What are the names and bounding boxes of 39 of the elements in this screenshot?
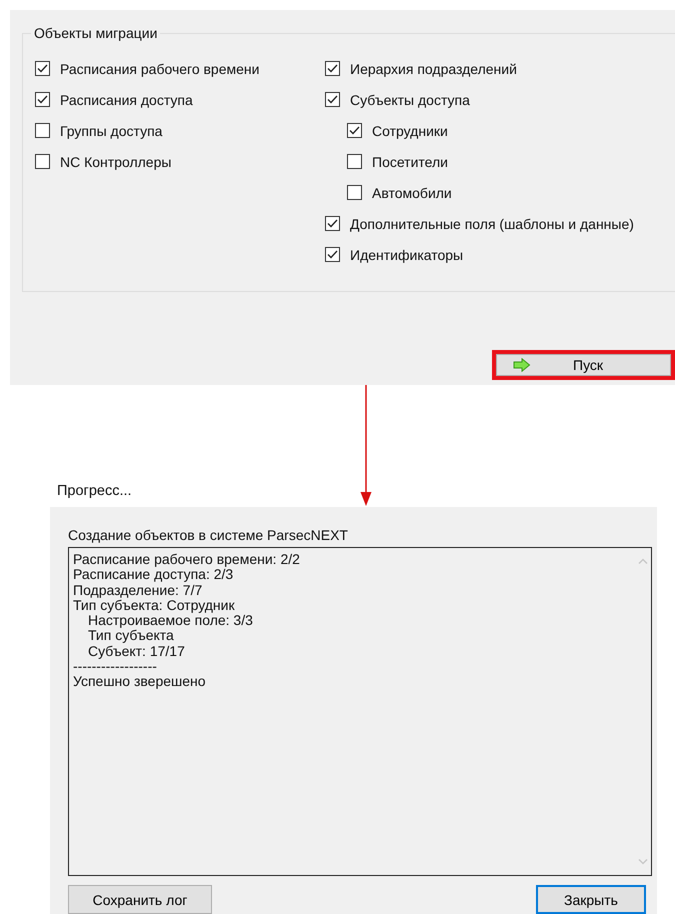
checkbox[interactable] bbox=[347, 185, 362, 200]
checkbox[interactable] bbox=[325, 92, 340, 107]
checkbox-label: NC Контроллеры bbox=[60, 154, 172, 170]
checkbox[interactable] bbox=[35, 154, 50, 169]
scroll-up-icon bbox=[638, 558, 648, 564]
log-line: Успешно зверешено bbox=[73, 674, 207, 690]
log-line: Расписание рабочего времени: 2/2 bbox=[73, 552, 301, 568]
log-line: Тип субъекта bbox=[87, 628, 174, 644]
save-log-button[interactable]: Сохранить лог bbox=[68, 885, 212, 914]
log-line: Подразделение: 7/7 bbox=[73, 582, 202, 598]
checkbox-label: Иерархия подразделений bbox=[350, 60, 517, 76]
checkbox[interactable] bbox=[325, 61, 340, 76]
checkbox[interactable] bbox=[347, 123, 362, 138]
checkbox-label: Субъекты доступа bbox=[350, 92, 470, 108]
start-button[interactable]: Пуск bbox=[496, 354, 671, 376]
log-line: Настроиваемое поле: 3/3 bbox=[87, 613, 254, 628]
checkbox[interactable] bbox=[35, 92, 50, 107]
checkbox-label: Расписания доступа bbox=[60, 92, 193, 108]
checkbox[interactable] bbox=[35, 61, 50, 76]
checkbox-label: Сотрудники bbox=[372, 122, 448, 138]
log-line: Субъект: 17/17 bbox=[87, 644, 186, 660]
checkbox[interactable] bbox=[347, 154, 362, 169]
close-button[interactable]: Закрыть bbox=[536, 885, 646, 914]
log-line: Расписание доступа: 2/3 bbox=[73, 567, 234, 583]
checkbox[interactable] bbox=[325, 216, 340, 231]
checkbox-label: Посетители bbox=[372, 154, 448, 170]
log-line: ------------------ bbox=[73, 659, 158, 674]
checkbox[interactable] bbox=[35, 123, 50, 138]
checkbox-label: Расписания рабочего времени bbox=[60, 60, 260, 76]
caption-label: Создание объектов в системе ParsecNEXT bbox=[68, 526, 349, 545]
group-title: Объекты миграции bbox=[31, 25, 160, 41]
checkbox-label: Автомобили bbox=[372, 184, 452, 200]
checkbox-label: Группы доступа bbox=[60, 122, 162, 138]
log-line: Тип субъекта: Сотрудник bbox=[73, 598, 236, 614]
checkbox-label: Дополнительные поля (шаблоны и данные) bbox=[350, 216, 634, 232]
checkbox[interactable] bbox=[325, 247, 340, 262]
scroll-down-icon bbox=[638, 859, 648, 865]
checkbox-label: Идентификаторы bbox=[350, 246, 464, 262]
arrow-right-icon bbox=[513, 358, 531, 372]
